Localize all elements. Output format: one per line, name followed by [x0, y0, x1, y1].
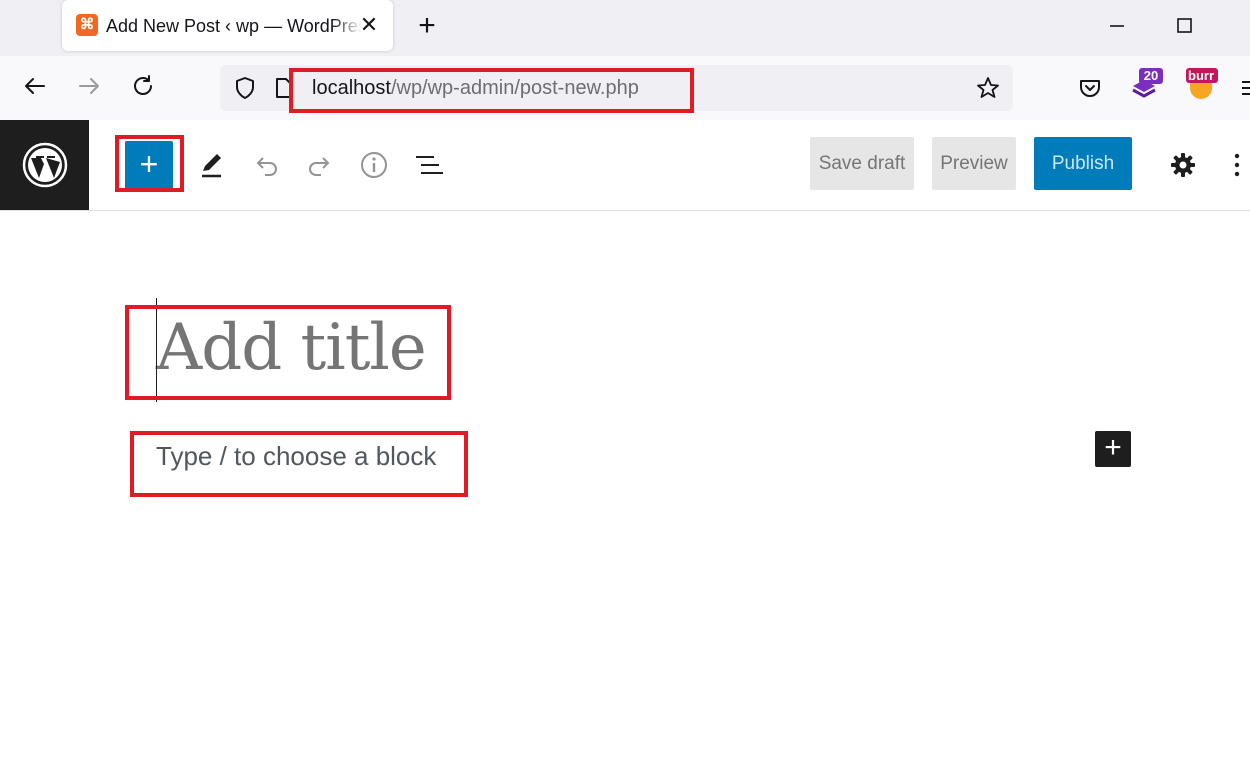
inserter-highlight-box	[115, 135, 184, 192]
extension-label: burr	[1186, 68, 1218, 83]
more-options-icon[interactable]	[1220, 147, 1250, 183]
extension-icon[interactable]: 20	[1130, 68, 1164, 102]
editor-header: + Save draft Preview Publish	[0, 120, 1250, 211]
wordpress-logo-icon[interactable]	[0, 120, 89, 210]
redo-icon[interactable]	[302, 147, 338, 183]
pen-tool-icon[interactable]	[193, 147, 229, 183]
save-draft-button[interactable]: Save draft	[810, 137, 914, 190]
reload-icon[interactable]	[125, 68, 161, 104]
star-icon[interactable]	[975, 75, 1001, 101]
extension-badge: 20	[1139, 68, 1163, 84]
add-block-button[interactable]: +	[1095, 431, 1131, 467]
url-highlight-box	[289, 68, 694, 113]
menu-icon[interactable]	[1240, 78, 1250, 98]
undo-icon[interactable]	[248, 147, 284, 183]
publish-button[interactable]: Publish	[1034, 137, 1132, 190]
title-highlight-box	[125, 305, 451, 400]
xampp-favicon-icon: ⌘	[76, 14, 98, 36]
burp-extension-icon[interactable]: burr	[1186, 68, 1218, 102]
preview-button[interactable]: Preview	[932, 137, 1016, 190]
burp-face-icon	[1190, 83, 1212, 99]
forward-icon[interactable]	[71, 68, 107, 104]
block-highlight-box	[130, 431, 468, 497]
new-tab-button[interactable]: +	[414, 11, 440, 41]
info-icon[interactable]	[356, 147, 392, 183]
maximize-icon[interactable]	[1167, 12, 1203, 40]
back-icon[interactable]	[17, 68, 53, 104]
pocket-icon[interactable]	[1077, 75, 1103, 101]
shield-icon[interactable]	[232, 75, 258, 101]
browser-tab-strip: ⌘ Add New Post ‹ wp — WordPress ✕ +	[0, 0, 1250, 56]
close-tab-icon[interactable]: ✕	[358, 14, 380, 36]
list-view-icon[interactable]	[410, 147, 446, 183]
tab-title: Add New Post ‹ wp — WordPress	[106, 16, 362, 36]
minimize-icon[interactable]	[1099, 12, 1135, 40]
browser-tab[interactable]: ⌘ Add New Post ‹ wp — WordPress ✕	[62, 0, 393, 51]
browser-nav-bar: localhost/wp/wp-admin/post-new.php 20 bu…	[0, 56, 1250, 121]
settings-gear-icon[interactable]	[1165, 147, 1201, 183]
